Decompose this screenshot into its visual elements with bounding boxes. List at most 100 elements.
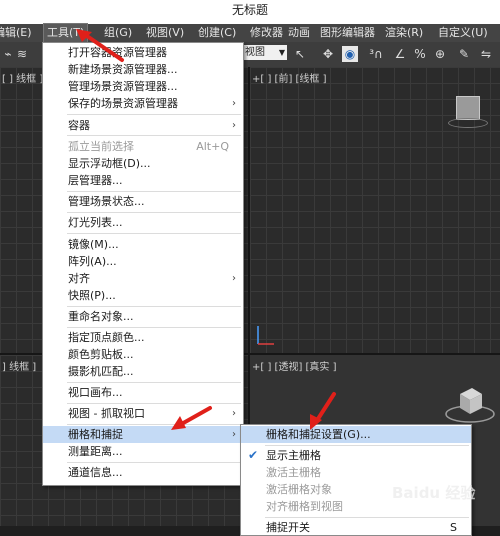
menu-item-label: 测量距离...: [68, 445, 123, 458]
menu-item-label: 重命名对象...: [68, 310, 134, 323]
menu-item-label: 容器: [68, 119, 90, 132]
menu-item-label: 显示主栅格: [266, 449, 321, 462]
menu-item-containers[interactable]: 容器 ›: [43, 117, 243, 134]
menu-item-label: 激活栅格对象: [266, 483, 332, 496]
menu-item-label: 指定顶点颜色...: [68, 331, 145, 344]
mirror-icon[interactable]: ⇋: [478, 46, 494, 62]
shortcut-label: Alt+Q: [196, 140, 229, 153]
menu-animation[interactable]: 动画: [288, 24, 310, 42]
menu-item-activate-home-grid[interactable]: 激活主栅格: [241, 464, 471, 481]
menu-item-array[interactable]: 阵列(A)...: [43, 253, 243, 270]
menu-item-rename-objects[interactable]: 重命名对象...: [43, 308, 243, 325]
spinner-snap-icon[interactable]: ⊕: [432, 46, 448, 62]
axis-gizmo-icon: [257, 326, 274, 345]
menu-separator: [265, 445, 469, 446]
annotation-arrow-icon: [76, 29, 124, 62]
grids-snaps-submenu: 栅格和捕捉设置(G)... ✔ 显示主栅格 激活主栅格 激活栅格对象 对齐栅格到视…: [240, 424, 472, 536]
viewcube-ring-icon: [448, 118, 488, 128]
menu-item-saved-scene-explorer[interactable]: 保存的场景资源管理器 ›: [43, 95, 243, 112]
annotation-arrow-icon: [171, 406, 212, 430]
menu-separator: [67, 462, 241, 463]
menu-item-isolate-selection[interactable]: 孤立当前选择 Alt+Q: [43, 138, 243, 155]
submenu-arrow-icon: ›: [232, 120, 236, 131]
menu-item-assign-vertex-colors[interactable]: 指定顶点颜色...: [43, 329, 243, 346]
menu-item-label: 对齐: [68, 272, 90, 285]
menu-item-label: 保存的场景资源管理器: [68, 97, 178, 110]
reference-coordinate-icon[interactable]: ◉: [342, 46, 358, 62]
menu-item-label: 镜像(M)...: [68, 238, 119, 251]
menu-separator: [67, 327, 241, 328]
menu-separator: [67, 382, 241, 383]
submenu-arrow-icon: ›: [232, 429, 236, 440]
watermark: Baidu 经验: [392, 484, 476, 502]
menu-separator: [67, 306, 241, 307]
select-cursor-icon[interactable]: ↖: [292, 46, 308, 62]
snap-3d-icon[interactable]: ³∩: [368, 46, 384, 62]
viewport-top-label[interactable]: [ ] 线框 ]: [2, 70, 43, 85]
menu-item-label: 视图 - 抓取视口: [68, 407, 145, 420]
viewport-front-label[interactable]: +[ ] [前] [线框 ]: [252, 70, 327, 85]
wave-tool-icon[interactable]: ≋: [14, 46, 30, 62]
chevron-down-icon: ▼: [278, 48, 285, 57]
window-title: 无标题: [231, 3, 268, 17]
menu-item-snaps-toggle[interactable]: 捕捉开关 S: [241, 519, 471, 536]
viewport-left-label[interactable]: ] 线框 ]: [2, 358, 36, 373]
menu-item-snapshot[interactable]: 快照(P)...: [43, 287, 243, 304]
menu-item-viewport-canvas[interactable]: 视口画布...: [43, 384, 243, 401]
menu-item-grid-snap-settings[interactable]: 栅格和捕捉设置(G)...: [241, 426, 471, 443]
menu-separator: [67, 135, 241, 136]
menu-item-label: 显示浮动框(D)...: [68, 157, 151, 170]
viewport-perspective-label[interactable]: +[ ] [透视] [真实 ]: [252, 358, 337, 373]
menu-separator: [265, 517, 469, 518]
viewcube-icon[interactable]: [456, 96, 480, 120]
menu-customize[interactable]: 自定义(U): [438, 24, 488, 42]
menu-item-camera-match[interactable]: 摄影机匹配...: [43, 363, 243, 380]
shortcut-label: S: [450, 521, 457, 534]
menu-item-manage-scene-explorer[interactable]: 管理场景资源管理器...: [43, 78, 243, 95]
menu-item-label: 层管理器...: [68, 174, 123, 187]
menu-separator: [67, 233, 241, 234]
menu-item-show-home-grid[interactable]: ✔ 显示主栅格: [241, 447, 471, 464]
menu-modifiers[interactable]: 修改器: [250, 24, 283, 42]
menu-item-layer-manager[interactable]: 层管理器...: [43, 172, 243, 189]
view-dropdown-value: 视图: [245, 47, 265, 58]
menu-separator: [67, 212, 241, 213]
menu-item-display-floater[interactable]: 显示浮动框(D)...: [43, 155, 243, 172]
submenu-arrow-icon: ›: [232, 273, 236, 284]
menu-item-mirror[interactable]: 镜像(M)...: [43, 236, 243, 253]
menu-views[interactable]: 视图(V): [146, 24, 184, 42]
menu-item-channel-info[interactable]: 通道信息...: [43, 464, 243, 481]
menu-item-label: 捕捉开关: [266, 521, 310, 534]
menu-create[interactable]: 创建(C): [198, 24, 236, 42]
menu-rendering[interactable]: 渲染(R): [385, 24, 423, 42]
menu-item-label: 视口画布...: [68, 386, 123, 399]
menu-item-label: 快照(P)...: [68, 289, 116, 302]
menu-item-color-clipboard[interactable]: 颜色剪贴板...: [43, 346, 243, 363]
menu-item-label: 管理场景资源管理器...: [68, 80, 178, 93]
menu-item-label: 摄影机匹配...: [68, 365, 134, 378]
menu-item-label: 灯光列表...: [68, 216, 123, 229]
menu-item-label: 通道信息...: [68, 466, 123, 479]
menu-graph-editors[interactable]: 图形编辑器: [320, 24, 375, 42]
menu-item-label: 阵列(A)...: [68, 255, 117, 268]
annotation-arrow-icon: [310, 392, 336, 430]
menu-item-light-lister[interactable]: 灯光列表...: [43, 214, 243, 231]
menu-item-label: 孤立当前选择: [68, 140, 134, 153]
angle-snap-icon[interactable]: ∠: [392, 46, 408, 62]
menu-item-label: 管理场景状态...: [68, 195, 145, 208]
move-icon[interactable]: ✥: [320, 46, 336, 62]
submenu-arrow-icon: ›: [232, 408, 236, 419]
menu-item-label: 激活主栅格: [266, 466, 321, 479]
window-title-bar: 无标题: [0, 0, 500, 24]
named-selection-icon[interactable]: ✎: [456, 46, 472, 62]
view-dropdown[interactable]: 视图 ▼: [243, 45, 287, 60]
menu-item-label: 栅格和捕捉: [68, 428, 123, 441]
menu-edit[interactable]: 编辑(E): [0, 24, 32, 42]
percent-snap-icon[interactable]: %: [412, 46, 428, 62]
perspective-viewcube-icon[interactable]: [442, 380, 498, 428]
menu-item-measure-distance[interactable]: 测量距离...: [43, 443, 243, 460]
menu-item-align[interactable]: 对齐 ›: [43, 270, 243, 287]
check-icon: ✔: [248, 448, 259, 462]
menu-separator: [67, 191, 241, 192]
menu-item-manage-scene-states[interactable]: 管理场景状态...: [43, 193, 243, 210]
